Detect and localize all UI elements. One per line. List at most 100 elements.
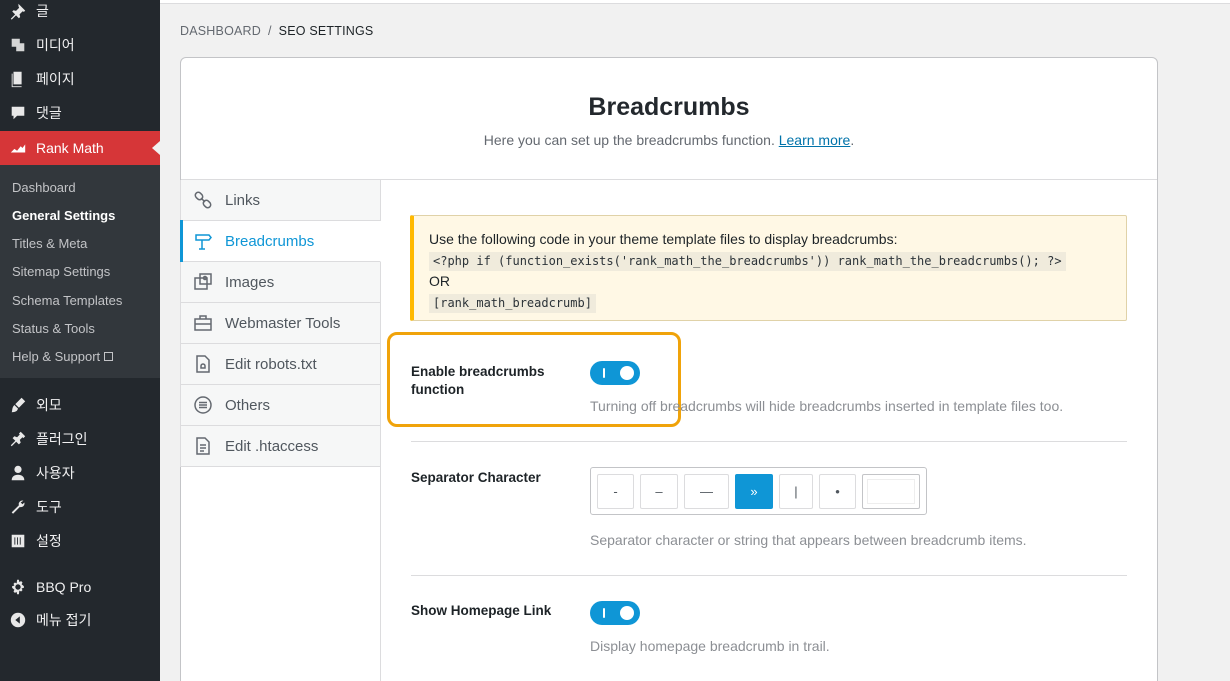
toolbox-icon bbox=[181, 313, 225, 333]
menu-label: 설정 bbox=[36, 533, 62, 549]
separator-custom-input[interactable] bbox=[862, 474, 920, 509]
tab-breadcrumbs[interactable]: Breadcrumbs bbox=[180, 220, 381, 262]
subtitle-period: . bbox=[850, 132, 855, 148]
page-icon bbox=[0, 62, 36, 96]
brush-icon bbox=[0, 388, 36, 422]
show-homepage-link-label: Show Homepage Link bbox=[411, 603, 552, 618]
page-title: Breadcrumbs bbox=[588, 93, 750, 121]
menu-item-appearance[interactable]: 외모 bbox=[0, 388, 160, 422]
tab-label: Others bbox=[225, 396, 271, 414]
submenu-label: Help & Support bbox=[12, 349, 101, 364]
pin-icon bbox=[0, 0, 36, 28]
plugin-icon bbox=[0, 422, 36, 456]
menu-label: 플러그인 bbox=[36, 431, 88, 447]
shortcode-snippet[interactable]: [rank_math_breadcrumb] bbox=[429, 294, 596, 313]
submenu-item-dashboard[interactable]: Dashboard bbox=[12, 180, 76, 195]
link-icon bbox=[181, 190, 225, 210]
breadcrumb-current: SEO SETTINGS bbox=[278, 24, 374, 38]
tab-edit-htaccess[interactable]: Edit .htaccess bbox=[180, 426, 381, 467]
images-icon bbox=[181, 272, 225, 292]
enable-breadcrumbs-description: Turning off breadcrumbs will hide breadc… bbox=[590, 398, 1064, 414]
separator-options: - – — » | • bbox=[590, 467, 927, 515]
submenu-item-schema-templates[interactable]: Schema Templates bbox=[12, 293, 122, 308]
separator-option-raquo[interactable]: » bbox=[735, 474, 773, 509]
menu-label: 메뉴 접기 bbox=[36, 612, 92, 628]
divider bbox=[411, 441, 1127, 442]
toggle-on-mark bbox=[603, 608, 605, 618]
admin-sidebar: 글 미디어 페이지 댓글 Rank Math Dashboard General… bbox=[0, 0, 160, 681]
menu-item-settings[interactable]: 설정 bbox=[0, 524, 160, 558]
submenu-item-status-tools[interactable]: Status & Tools bbox=[12, 321, 95, 336]
separator-option-pipe[interactable]: | bbox=[779, 474, 813, 509]
comment-icon bbox=[0, 96, 36, 130]
breadcrumb-separator: / bbox=[267, 24, 272, 38]
php-code-snippet[interactable]: <?php if (function_exists('rank_math_the… bbox=[429, 252, 1066, 271]
rank-math-submenu: Dashboard General Settings Titles & Meta… bbox=[0, 165, 160, 378]
tab-links[interactable]: Links bbox=[180, 180, 381, 221]
menu-item-plugins[interactable]: 플러그인 bbox=[0, 422, 160, 456]
tab-webmaster-tools[interactable]: Webmaster Tools bbox=[180, 303, 381, 344]
separator-description: Separator character or string that appea… bbox=[590, 532, 1027, 548]
toggle-knob bbox=[620, 606, 634, 620]
submenu-item-general-settings[interactable]: General Settings bbox=[12, 208, 115, 223]
menu-label: BBQ Pro bbox=[36, 579, 92, 595]
menu-item-collapse[interactable]: 메뉴 접기 bbox=[0, 603, 160, 637]
tab-label: Links bbox=[225, 191, 261, 209]
usage-notice: Use the following code in your theme tem… bbox=[410, 215, 1127, 321]
separator-option-hyphen[interactable]: - bbox=[597, 474, 634, 509]
show-homepage-link-description: Display homepage breadcrumb in trail. bbox=[590, 638, 830, 654]
wrench-icon bbox=[0, 490, 36, 524]
menu-item-rank-math[interactable]: Rank Math bbox=[0, 131, 160, 165]
panel-header: Breadcrumbs Here you can set up the brea… bbox=[181, 58, 1157, 180]
menu-item-pages[interactable]: 페이지 bbox=[0, 62, 160, 96]
tab-images[interactable]: Images bbox=[180, 262, 381, 303]
menu-item-bbq-pro[interactable]: BBQ Pro bbox=[0, 570, 160, 604]
toggle-knob bbox=[620, 366, 634, 380]
menu-item-posts[interactable]: 글 bbox=[0, 0, 160, 28]
tab-others[interactable]: Others bbox=[180, 385, 381, 426]
external-link-icon bbox=[104, 352, 114, 361]
enable-breadcrumbs-label: Enable breadcrumbs function bbox=[411, 364, 545, 397]
signpost-icon bbox=[181, 231, 225, 251]
submenu-item-help-support[interactable]: Help & Support bbox=[12, 349, 114, 364]
show-homepage-link-toggle[interactable] bbox=[590, 601, 640, 625]
settings-tabs: Links Breadcrumbs Images Webmaster Tools… bbox=[180, 180, 381, 467]
page-subtitle: Here you can set up the breadcrumbs func… bbox=[181, 132, 1157, 148]
breadcrumb: DASHBOARD / SEO SETTINGS bbox=[180, 24, 373, 38]
htaccess-file-icon bbox=[181, 436, 225, 456]
list-circle-icon bbox=[181, 395, 225, 415]
menu-item-media[interactable]: 미디어 bbox=[0, 28, 160, 62]
menu-label: 댓글 bbox=[36, 105, 62, 121]
submenu-item-titles-meta[interactable]: Titles & Meta bbox=[12, 236, 87, 251]
tab-label: Edit .htaccess bbox=[225, 437, 319, 455]
separator-character-label: Separator Character bbox=[411, 470, 541, 485]
tab-edit-robots[interactable]: Edit robots.txt bbox=[180, 344, 381, 385]
learn-more-link[interactable]: Learn more bbox=[779, 132, 851, 148]
tab-label: Breadcrumbs bbox=[225, 232, 315, 250]
menu-label: 사용자 bbox=[36, 465, 75, 481]
menu-label: 도구 bbox=[36, 499, 62, 515]
separator-option-em-dash[interactable]: — bbox=[684, 474, 729, 509]
tab-label: Edit robots.txt bbox=[225, 355, 317, 373]
menu-item-tools[interactable]: 도구 bbox=[0, 490, 160, 524]
notice-intro: Use the following code in your theme tem… bbox=[429, 231, 898, 247]
menu-label: 외모 bbox=[36, 397, 62, 413]
rank-math-icon bbox=[0, 131, 36, 165]
collapse-icon bbox=[0, 603, 36, 637]
separator-option-bullet[interactable]: • bbox=[819, 474, 856, 509]
menu-item-users[interactable]: 사용자 bbox=[0, 456, 160, 490]
notice-or: OR bbox=[429, 273, 450, 289]
menu-label: 미디어 bbox=[36, 37, 75, 53]
enable-breadcrumbs-toggle[interactable] bbox=[590, 361, 640, 385]
subtitle-text: Here you can set up the breadcrumbs func… bbox=[483, 132, 775, 148]
top-strip bbox=[160, 0, 1230, 4]
divider bbox=[411, 575, 1127, 576]
menu-item-comments[interactable]: 댓글 bbox=[0, 96, 160, 130]
gear-icon bbox=[0, 570, 36, 604]
breadcrumb-root[interactable]: DASHBOARD bbox=[180, 24, 261, 38]
submenu-item-sitemap-settings[interactable]: Sitemap Settings bbox=[12, 264, 110, 279]
toggle-on-mark bbox=[603, 368, 605, 378]
custom-input-field[interactable] bbox=[867, 479, 915, 504]
menu-label: 글 bbox=[36, 3, 49, 19]
separator-option-en-dash[interactable]: – bbox=[640, 474, 678, 509]
